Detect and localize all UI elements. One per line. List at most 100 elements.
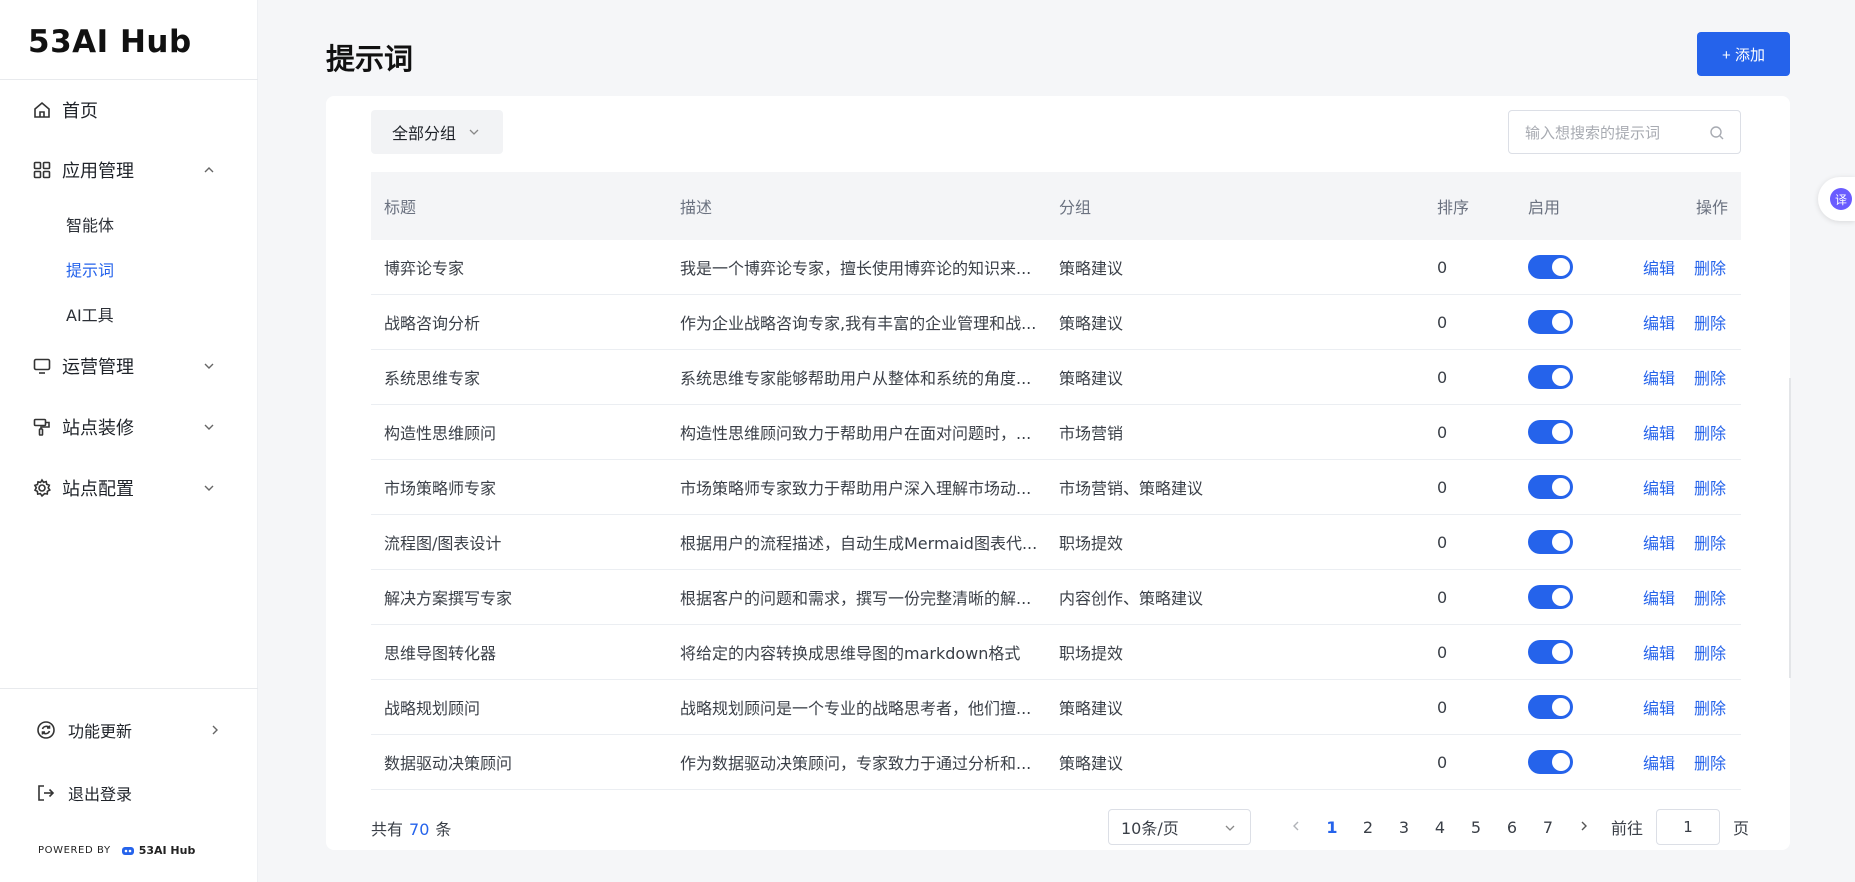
enable-toggle[interactable]	[1528, 420, 1573, 444]
page-number-5[interactable]: 5	[1458, 818, 1494, 837]
translate-button[interactable]: 译	[1818, 177, 1855, 221]
row-desc: 作为数据驱动决策顾问，专家致力于通过分析和...	[680, 754, 1032, 773]
delete-link[interactable]: 删除	[1694, 640, 1726, 664]
sidebar-item-operations[interactable]: 运营管理	[0, 346, 258, 386]
row-enable-cell	[1528, 570, 1573, 624]
page-number-7[interactable]: 7	[1530, 818, 1566, 837]
table-row: 博弈论专家 我是一个博弈论专家，擅长使用博弈论的知识来... 策略建议 0 编辑 删除	[371, 240, 1741, 295]
row-order: 0	[1437, 752, 1448, 772]
row-order: 0	[1437, 257, 1448, 277]
sidebar-subitem-agents[interactable]: 智能体	[66, 212, 114, 236]
edit-link[interactable]: 编辑	[1643, 530, 1675, 554]
page-number-6[interactable]: 6	[1494, 818, 1530, 837]
feature-update-button[interactable]: 功能更新	[0, 712, 258, 748]
prev-page-button[interactable]	[1278, 819, 1314, 835]
prompt-list-card: 全部分组 标题 描述 分组 排序 启用 操作 博弈论专家 我是一个博弈论专家，擅长…	[326, 96, 1790, 850]
sidebar-subitem-ai-tools[interactable]: AI工具	[66, 302, 114, 326]
enable-toggle[interactable]	[1528, 750, 1573, 774]
powered-brand: 53AI Hub	[121, 844, 195, 857]
delete-link[interactable]: 删除	[1694, 695, 1726, 719]
enable-toggle[interactable]	[1528, 585, 1573, 609]
column-header-title: 标题	[384, 198, 417, 217]
edit-link[interactable]: 编辑	[1643, 640, 1675, 664]
page-number-1[interactable]: 1	[1314, 818, 1350, 837]
page-number-3[interactable]: 3	[1386, 818, 1422, 837]
table-row: 战略咨询分析 作为企业战略咨询专家,我有丰富的企业管理和战... 策略建议 0 编辑 删除	[371, 295, 1741, 350]
monitor-icon	[33, 358, 51, 374]
total-suffix: 条	[435, 820, 452, 839]
enable-toggle[interactable]	[1528, 255, 1573, 279]
page-number-4[interactable]: 4	[1422, 818, 1458, 837]
delete-link[interactable]: 删除	[1694, 585, 1726, 609]
home-icon	[34, 101, 50, 118]
column-header-group: 分组	[1059, 198, 1092, 217]
delete-link[interactable]: 删除	[1694, 310, 1726, 334]
page-size-select[interactable]: 10条/页	[1108, 809, 1251, 845]
delete-link[interactable]: 删除	[1694, 530, 1726, 554]
enable-toggle[interactable]	[1528, 310, 1573, 334]
sidebar-item-label: 应用管理	[62, 161, 134, 182]
enable-toggle[interactable]	[1528, 475, 1573, 499]
delete-link[interactable]: 删除	[1694, 365, 1726, 389]
edit-link[interactable]: 编辑	[1643, 750, 1675, 774]
row-actions: 编辑 删除	[1643, 570, 1726, 624]
row-group: 策略建议	[1059, 259, 1124, 278]
enable-toggle[interactable]	[1528, 365, 1573, 389]
delete-link[interactable]: 删除	[1694, 420, 1726, 444]
row-group: 策略建议	[1059, 314, 1124, 333]
row-group: 职场提效	[1059, 534, 1124, 553]
pagination: 1234567	[1278, 808, 1602, 846]
row-enable-cell	[1528, 735, 1573, 789]
goto-page-input[interactable]	[1656, 809, 1721, 845]
delete-link[interactable]: 删除	[1694, 255, 1726, 279]
logout-icon	[38, 785, 55, 801]
edit-link[interactable]: 编辑	[1643, 420, 1675, 444]
search-box	[1508, 110, 1741, 154]
row-enable-cell	[1528, 680, 1573, 734]
page-number-2[interactable]: 2	[1350, 818, 1386, 837]
row-enable-cell	[1528, 460, 1573, 514]
add-button[interactable]: + 添加	[1697, 32, 1790, 76]
apps-grid-icon	[33, 161, 51, 179]
sidebar-item-home[interactable]: 首页	[0, 90, 258, 130]
search-input[interactable]	[1525, 121, 1705, 145]
scrollbar-track[interactable]	[1789, 378, 1791, 678]
column-header-enable: 启用	[1528, 198, 1561, 217]
enable-toggle[interactable]	[1528, 695, 1573, 719]
delete-link[interactable]: 删除	[1694, 475, 1726, 499]
row-title: 数据驱动决策顾问	[384, 754, 513, 773]
edit-link[interactable]: 编辑	[1643, 310, 1675, 334]
table-row: 构造性思维顾问 构造性思维顾问致力于帮助用户在面对问题时，... 市场营销 0 编辑 删除	[371, 405, 1741, 460]
goto-prefix: 前往	[1611, 819, 1644, 838]
row-enable-cell	[1528, 295, 1573, 349]
sidebar-item-site-config[interactable]: 站点配置	[0, 468, 258, 508]
row-title: 构造性思维顾问	[384, 424, 497, 443]
enable-toggle[interactable]	[1528, 640, 1573, 664]
search-icon[interactable]	[1709, 125, 1725, 141]
edit-link[interactable]: 编辑	[1643, 475, 1675, 499]
group-filter-select[interactable]: 全部分组	[371, 110, 503, 154]
delete-link[interactable]: 删除	[1694, 750, 1726, 774]
sidebar-item-site-decoration[interactable]: 站点装修	[0, 407, 258, 447]
row-order: 0	[1437, 422, 1448, 442]
edit-link[interactable]: 编辑	[1643, 255, 1675, 279]
table-row: 市场策略师专家 市场策略师专家致力于帮助用户深入理解市场动... 市场营销、策略建议…	[371, 460, 1741, 515]
table-row: 数据驱动决策顾问 作为数据驱动决策顾问，专家致力于通过分析和... 策略建议 0 编辑删…	[371, 735, 1741, 790]
sidebar-item-label: 站点配置	[62, 479, 134, 500]
row-desc: 将给定的内容转换成思维导图的markdown格式	[680, 644, 1021, 663]
enable-toggle[interactable]	[1528, 530, 1573, 554]
logout-button[interactable]: 退出登录	[0, 775, 258, 811]
row-actions: 编辑 删除	[1643, 350, 1726, 404]
total-count: 共有 70 条	[371, 816, 451, 840]
edit-link[interactable]: 编辑	[1643, 365, 1675, 389]
edit-link[interactable]: 编辑	[1643, 585, 1675, 609]
table-row: 系统思维专家 系统思维专家能够帮助用户从整体和系统的角度... 策略建议 0 编辑 删除	[371, 350, 1741, 405]
paint-roller-icon	[33, 418, 50, 436]
sidebar-subitem-prompts[interactable]: 提示词	[66, 257, 114, 281]
refresh-icon	[37, 721, 55, 739]
brand-logo-icon	[121, 846, 134, 855]
sidebar-item-app-management[interactable]: 应用管理	[0, 150, 258, 190]
toggle-knob	[1552, 368, 1570, 386]
edit-link[interactable]: 编辑	[1643, 695, 1675, 719]
next-page-button[interactable]	[1566, 819, 1602, 835]
